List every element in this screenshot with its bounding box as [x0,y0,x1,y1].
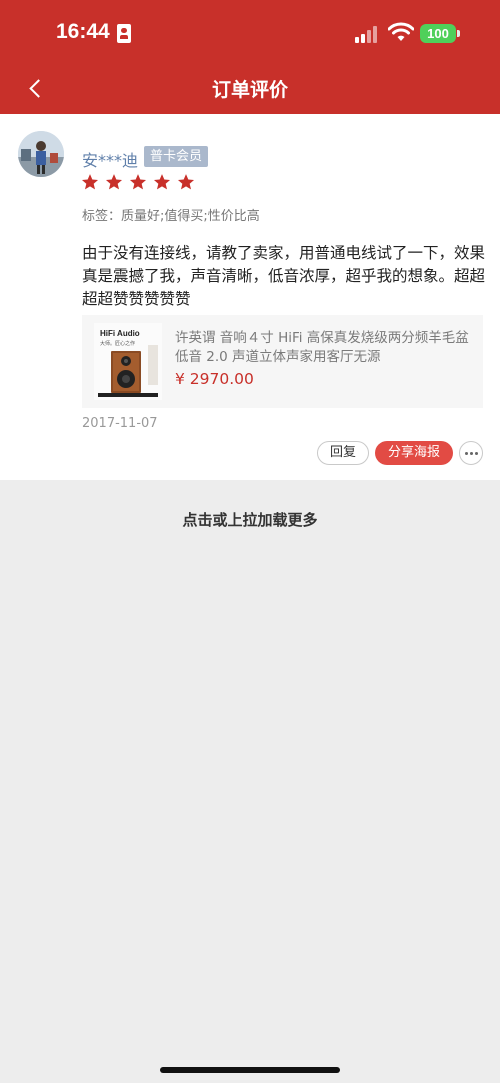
share-poster-button[interactable]: 分享海报 [375,441,453,465]
review-date: 2017-11-07 [82,416,158,431]
member-badge: 普卡会员 [144,146,209,167]
reply-button[interactable]: 回复 [317,441,369,465]
rating-stars [81,173,201,191]
product-card[interactable]: HiFi Audio 大师。匠心之作 许英谓 音响４寸 HiFi 高保真发烧级两… [82,315,483,408]
app-header: 16:44 100 订单评价 [0,0,500,114]
more-dots-icon[interactable] [459,441,483,465]
star-icon [129,174,147,190]
home-indicator[interactable] [160,1067,340,1073]
load-more-button[interactable]: 点击或上拉加载更多 [0,509,500,530]
star-icon [105,174,123,190]
username[interactable]: 安***迪 [82,147,138,171]
status-bar: 16:44 100 [0,0,500,66]
avatar[interactable] [18,131,64,177]
product-image-subcaption: 大师。匠心之作 [100,340,135,347]
star-icon [177,174,195,190]
review-text: 由于没有连接线，请教了卖家，用普通电线试了一下，效果真是震撼了我，声音清晰，低音… [82,244,486,308]
product-image-caption: HiFi Audio [100,329,140,338]
review-card: 安***迪 普卡会员 标签：质量好;值得买;性价比高 由于没有连接线，请教了卖家… [0,114,500,480]
star-icon [153,174,171,190]
signal-icon [355,25,381,43]
star-icon [81,174,99,190]
product-price: ¥ 2970.00 [175,370,254,388]
review-tags: 标签：质量好;值得买;性价比高 [82,209,260,224]
id-card-icon [117,24,131,43]
battery-icon: 100 [420,24,460,43]
product-image: HiFi Audio 大师。匠心之作 [94,323,162,400]
page-title: 订单评价 [211,79,288,101]
status-time: 16:44 [56,20,110,43]
wifi-icon [388,22,414,41]
product-name: 许英谓 音响４寸 HiFi 高保真发烧级两分频羊毛盆低音 2.0 声道立体声家用… [175,330,469,365]
